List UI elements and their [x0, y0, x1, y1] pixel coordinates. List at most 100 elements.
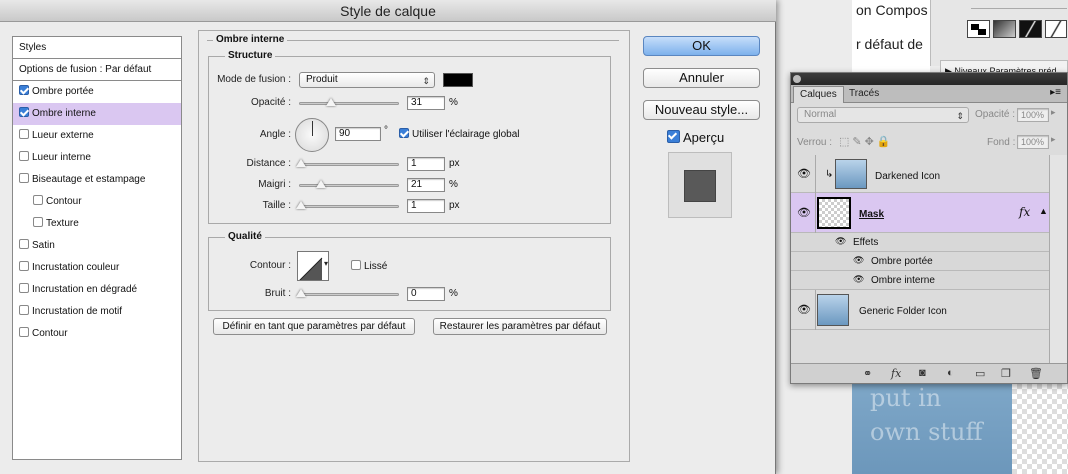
size-slider-thumb[interactable] [296, 201, 306, 209]
checkbox-icon[interactable] [19, 283, 29, 293]
pattern-swatch-icon[interactable] [1045, 20, 1067, 38]
stepper-arrows-icon[interactable]: ▸ [1051, 107, 1056, 118]
blend-mode-select[interactable]: Produit ⇕ [299, 72, 435, 88]
gradient-swatch-icon[interactable] [993, 20, 1016, 38]
style-list-item[interactable]: Styles [13, 37, 181, 59]
reset-default-button[interactable]: Restaurer les paramètres par défaut [433, 318, 607, 335]
clipping-arrow-icon: ↳ [825, 169, 834, 180]
style-list-item[interactable]: Incrustation de motif [13, 301, 181, 323]
checkbox-icon[interactable] [19, 151, 29, 161]
antialias-checkbox[interactable]: Lissé [351, 260, 387, 272]
opacity-slider-thumb[interactable] [326, 98, 336, 106]
distance-slider-thumb[interactable] [296, 159, 306, 167]
fx-icon[interactable]: fx [1019, 205, 1030, 219]
tab-layers[interactable]: Calques [793, 86, 844, 103]
effects-label: Effets [853, 237, 879, 248]
add-mask-icon[interactable]: ◙ [919, 367, 926, 379]
choke-field[interactable]: 21 [407, 178, 445, 192]
effects-row[interactable]: 👁 Effets [791, 233, 1049, 252]
checkbox-icon[interactable] [19, 85, 29, 95]
distance-field[interactable]: 1 [407, 157, 445, 171]
ok-button[interactable]: OK [643, 36, 760, 56]
choke-slider[interactable] [299, 180, 399, 188]
checkbox-icon[interactable] [19, 107, 29, 117]
swatch-icon[interactable] [967, 20, 990, 38]
make-default-button[interactable]: Définir en tant que paramètres par défau… [213, 318, 415, 335]
eye-icon[interactable]: 👁 [835, 236, 846, 247]
style-list-item[interactable]: Incrustation couleur [13, 257, 181, 279]
checkbox-icon[interactable] [19, 173, 29, 183]
style-list-item[interactable]: Incrustation en dégradé [13, 279, 181, 301]
fill-field[interactable]: 100% [1017, 135, 1049, 149]
layer-name[interactable]: Generic Folder Icon [859, 306, 947, 317]
adjustment-layer-icon[interactable]: ◐ [947, 367, 954, 379]
eye-icon[interactable]: 👁 [797, 206, 811, 219]
noise-slider[interactable] [296, 289, 399, 297]
layer-name[interactable]: Darkened Icon [875, 171, 940, 182]
collapse-arrow-icon[interactable]: ▲ [1039, 206, 1048, 216]
eye-icon[interactable]: 👁 [797, 167, 811, 180]
style-list-item[interactable]: Contour [13, 323, 181, 345]
choke-slider-thumb[interactable] [316, 180, 326, 188]
layer-row-selected[interactable]: 👁 Mask fx ▲ [791, 193, 1049, 233]
style-list-item[interactable]: Lueur interne [13, 147, 181, 169]
cancel-button[interactable]: Annuler [643, 68, 760, 88]
checkbox-icon[interactable] [19, 261, 29, 271]
angle-dial[interactable] [295, 118, 329, 152]
close-icon[interactable] [793, 75, 801, 83]
style-list-item[interactable]: Satin [13, 235, 181, 257]
noise-field[interactable]: 0 [407, 287, 445, 301]
preview-checkbox[interactable]: Aperçu [667, 130, 724, 145]
checkbox-icon [351, 260, 361, 270]
checkbox-icon[interactable] [19, 129, 29, 139]
pattern-swatch-icon[interactable] [1019, 20, 1042, 38]
noise-slider-thumb[interactable] [296, 289, 306, 297]
layer-row[interactable]: 👁 Generic Folder Icon [791, 290, 1049, 330]
style-list-item[interactable]: Contour [13, 191, 181, 213]
eye-icon[interactable]: 👁 [853, 274, 864, 285]
layer-blend-mode-select[interactable]: Normal ⇕ [797, 107, 969, 123]
image-text: put in [870, 384, 942, 412]
checkbox-icon[interactable] [33, 217, 43, 227]
opacity-slider[interactable] [299, 98, 399, 106]
angle-field[interactable]: 90 [335, 127, 381, 141]
style-list-label: Incrustation couleur [32, 262, 120, 273]
shadow-color-swatch[interactable] [443, 73, 473, 87]
scrollbar[interactable] [1049, 155, 1067, 365]
checkbox-icon[interactable] [19, 239, 29, 249]
layer-row[interactable]: 👁 ↳ Darkened Icon [791, 155, 1049, 193]
effect-row[interactable]: 👁 Ombre portée [791, 252, 1049, 271]
add-style-icon[interactable]: fx [891, 367, 901, 380]
eye-icon[interactable]: 👁 [797, 303, 811, 316]
style-list-item[interactable]: Ombre interne [13, 103, 181, 125]
style-list-item[interactable]: Options de fusion : Par défaut [13, 59, 181, 81]
style-list-item[interactable]: Lueur externe [13, 125, 181, 147]
distance-slider[interactable] [296, 159, 399, 167]
link-layers-icon[interactable]: ⚭ [863, 367, 872, 380]
new-group-icon[interactable]: ▭ [975, 367, 985, 380]
new-layer-icon[interactable]: ❐ [1001, 367, 1011, 380]
panel-menu-icon[interactable]: ▸≡ [1050, 87, 1061, 98]
opacity-field[interactable]: 31 [407, 96, 445, 110]
tab-paths[interactable]: Tracés [843, 86, 885, 103]
trash-icon[interactable]: 🗑 [1029, 367, 1043, 380]
style-list-item[interactable]: Biseautage et estampage [13, 169, 181, 191]
inner-shadow-panel: Ombre interne Structure Mode de fusion :… [198, 30, 630, 462]
effect-row[interactable]: 👁 Ombre interne [791, 271, 1049, 290]
new-style-button[interactable]: Nouveau style... [643, 100, 760, 120]
global-light-checkbox[interactable]: Utiliser l'éclairage global [399, 128, 520, 140]
checkbox-icon[interactable] [19, 327, 29, 337]
size-field[interactable]: 1 [407, 199, 445, 213]
contour-picker[interactable]: ▾ [297, 251, 329, 281]
checkbox-icon[interactable] [19, 305, 29, 315]
style-list-item[interactable]: Ombre portée [13, 81, 181, 103]
lock-icons[interactable]: ⬚✎✥🔒 [839, 135, 894, 148]
size-slider[interactable] [296, 201, 399, 209]
layer-opacity-field[interactable]: 100% [1017, 108, 1049, 122]
document-text: on Compos [856, 2, 928, 18]
eye-icon[interactable]: 👁 [853, 255, 864, 266]
checkbox-icon[interactable] [33, 195, 43, 205]
style-list-item[interactable]: Texture [13, 213, 181, 235]
stepper-arrows-icon[interactable]: ▸ [1051, 134, 1056, 145]
layer-name[interactable]: Mask [859, 209, 884, 220]
